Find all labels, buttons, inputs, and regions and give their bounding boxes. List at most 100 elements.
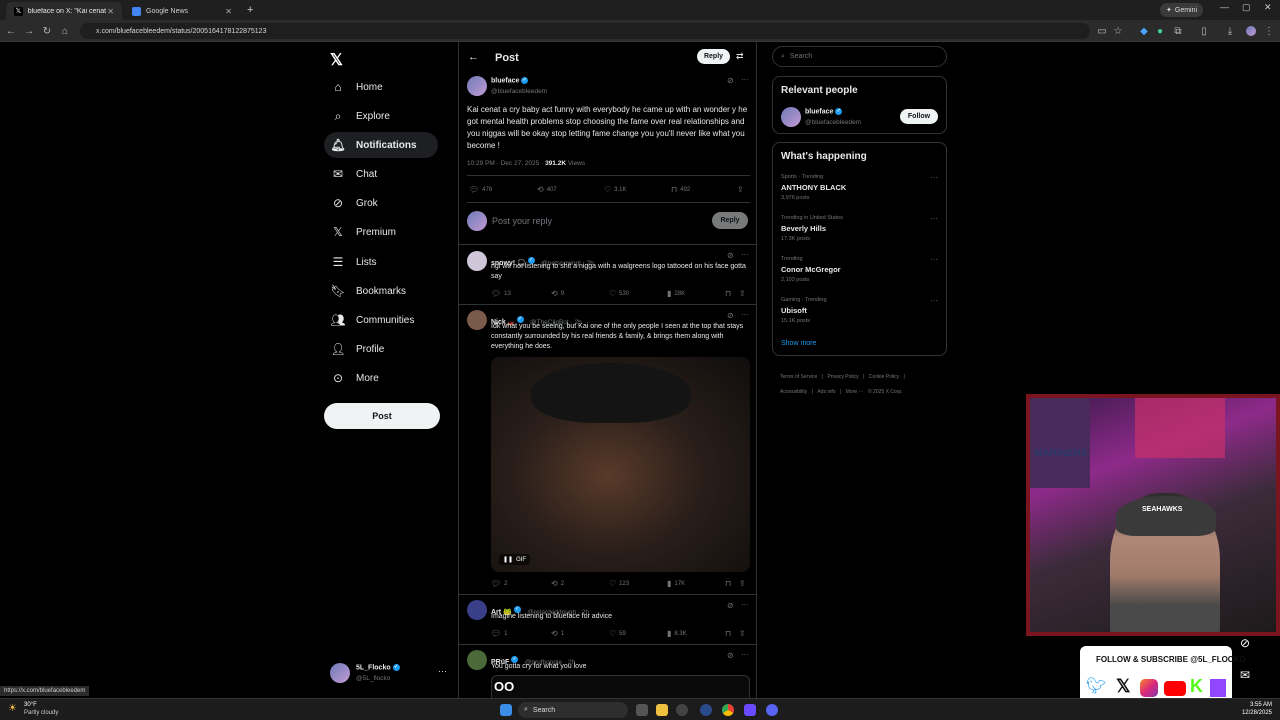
task-view-icon[interactable]	[636, 704, 648, 716]
gif-badge[interactable]: ❚❚ GIF	[499, 554, 531, 565]
like-action[interactable]: ♡ 3.1K	[604, 185, 627, 194]
discord-icon[interactable]	[766, 704, 778, 716]
reply-action[interactable]: 💬︎ 2	[491, 579, 508, 588]
nav-more[interactable]: ⊙ More	[324, 365, 385, 391]
footer-link[interactable]: Cookie Policy	[869, 374, 899, 380]
maximize-icon[interactable]: ▢	[1242, 2, 1251, 13]
follow-button[interactable]: Follow	[900, 109, 938, 124]
profile-avatar-icon[interactable]	[1244, 24, 1258, 38]
author-name[interactable]: blueface	[491, 77, 519, 84]
bookmark-action[interactable]: ⊓ 492	[671, 185, 690, 194]
nav-explore[interactable]: ⌕ Explore	[324, 103, 396, 129]
download-icon[interactable]: ⤓	[1223, 24, 1237, 38]
search-input[interactable]: ⌕ Search	[772, 46, 947, 67]
footer-link[interactable]: Ads info	[817, 389, 835, 395]
file-explorer-icon[interactable]	[656, 704, 668, 716]
footer-link[interactable]: Accessibility	[780, 389, 807, 395]
browser-menu-icon[interactable]: ⋮	[1262, 24, 1276, 38]
footer-link[interactable]: More ···	[846, 389, 864, 395]
footer-link[interactable]: Privacy Policy	[827, 374, 858, 380]
bookmark-action[interactable]: ⊓	[725, 629, 734, 638]
avatar[interactable]	[467, 251, 487, 271]
grok-post-icon[interactable]: ⊘	[727, 251, 734, 260]
footer-link[interactable]: Terms of Service	[780, 374, 817, 380]
nav-communities[interactable]: 👥︎ Communities	[324, 307, 420, 333]
reply-action[interactable]: 💬︎ 476	[469, 185, 492, 194]
like-action[interactable]: ♡ 123	[609, 579, 629, 588]
more-dots-icon[interactable]: ···	[741, 600, 749, 609]
post-button[interactable]: Post	[324, 403, 440, 429]
trend-name[interactable]: ANTHONY BLACK	[781, 183, 846, 192]
app-icon[interactable]	[676, 704, 688, 716]
forward-icon[interactable]: →	[22, 24, 36, 38]
minimize-icon[interactable]: —	[1220, 2, 1229, 12]
nav-premium[interactable]: 𝕏 Premium	[324, 219, 402, 245]
nav-home[interactable]: ⌂ Home	[324, 74, 389, 100]
share-action[interactable]: ⇪	[739, 629, 749, 638]
more-dots-icon[interactable]: ···	[438, 666, 447, 676]
gemini-button[interactable]: ✦ Gemini	[1160, 3, 1204, 17]
back-arrow-icon[interactable]: ←	[468, 51, 479, 63]
nav-lists[interactable]: ☰ Lists	[324, 249, 383, 275]
chrome-icon[interactable]	[722, 704, 734, 716]
more-dots-icon[interactable]: ···	[741, 650, 749, 659]
app-icon[interactable]	[700, 704, 712, 716]
install-icon[interactable]: ▭	[1095, 24, 1109, 38]
more-dots-icon[interactable]: ···	[930, 296, 938, 305]
grok-post-icon[interactable]: ⊘	[727, 311, 734, 320]
reply-action[interactable]: 💬︎ 1	[491, 629, 508, 638]
repost-action[interactable]: ⟲ 407	[537, 185, 557, 194]
nav-profile[interactable]: 👤︎ Profile	[324, 336, 390, 362]
nav-grok[interactable]: ⊘ Grok	[324, 190, 384, 216]
reload-icon[interactable]: ↻	[40, 24, 54, 38]
share-action[interactable]: ⇪	[737, 185, 747, 194]
repost-action[interactable]: ⟲ 2	[551, 579, 564, 588]
windows-start-icon[interactable]	[500, 704, 512, 716]
more-dots-icon[interactable]: ···	[741, 75, 749, 84]
grok-post-icon[interactable]: ⊘	[727, 601, 734, 610]
extension-icon[interactable]: ●	[1153, 24, 1167, 38]
bookmark-action[interactable]: ⊓	[725, 289, 734, 298]
nav-notifications[interactable]: 🔔︎ Notifications	[324, 132, 438, 158]
app-icon[interactable]	[744, 704, 756, 716]
trend-name[interactable]: Conor McGregor	[781, 265, 841, 274]
home-browser-icon[interactable]: ⌂	[58, 24, 72, 38]
reply-action[interactable]: 💬︎ 13	[491, 289, 511, 298]
close-tab-icon[interactable]: ✕	[225, 7, 232, 16]
avatar[interactable]	[467, 650, 487, 670]
gif-media[interactable]: ❚❚ GIF	[491, 357, 750, 572]
like-action[interactable]: ♡ 530	[609, 289, 629, 298]
star-icon[interactable]: ☆	[1111, 24, 1125, 38]
extensions-icon[interactable]: ⧉	[1171, 24, 1185, 38]
back-icon[interactable]: ←	[4, 24, 18, 38]
tab-active[interactable]: 𝕏 blueface on X: "Kai cenat a cry b ✕	[6, 2, 122, 20]
author-avatar[interactable]	[467, 76, 487, 96]
grok-post-icon[interactable]: ⊘	[727, 76, 734, 85]
nav-chat[interactable]: ✉ Chat	[324, 161, 383, 187]
clock-date[interactable]: 12/28/2025	[1234, 710, 1272, 716]
views-action[interactable]: ▮ 17K	[667, 579, 685, 588]
header-reply-button[interactable]: Reply	[697, 49, 730, 64]
like-action[interactable]: ♡ 59	[609, 629, 626, 638]
nav-bookmarks[interactable]: 🔖︎ Bookmarks	[324, 278, 412, 304]
repost-action[interactable]: ⟲ 9	[551, 289, 564, 298]
views-action[interactable]: ▮ 8.3K	[667, 629, 687, 638]
more-dots-icon[interactable]: ···	[741, 250, 749, 259]
more-dots-icon[interactable]: ···	[930, 173, 938, 182]
clock-time[interactable]: 3:55 AM	[1234, 702, 1272, 708]
person-name[interactable]: blueface	[805, 108, 833, 115]
tab-google-news[interactable]: Google News ✕	[124, 2, 240, 20]
reply-submit-button[interactable]: Reply	[712, 212, 748, 229]
filter-icon[interactable]: ⇄	[736, 51, 744, 62]
person-handle[interactable]: @bluefacebleedem	[805, 119, 861, 126]
more-dots-icon[interactable]: ···	[741, 310, 749, 319]
grok-post-icon[interactable]: ⊘	[727, 651, 734, 660]
weather-temp[interactable]: 30°F	[24, 702, 37, 708]
show-more-link[interactable]: Show more	[781, 340, 816, 347]
avatar[interactable]	[781, 107, 801, 127]
views-action[interactable]: ▮ 28K	[667, 289, 685, 298]
avatar[interactable]	[467, 310, 487, 330]
reply-media[interactable]: OO	[491, 675, 750, 700]
more-dots-icon[interactable]: ···	[930, 255, 938, 264]
share-action[interactable]: ⇪	[739, 289, 749, 298]
